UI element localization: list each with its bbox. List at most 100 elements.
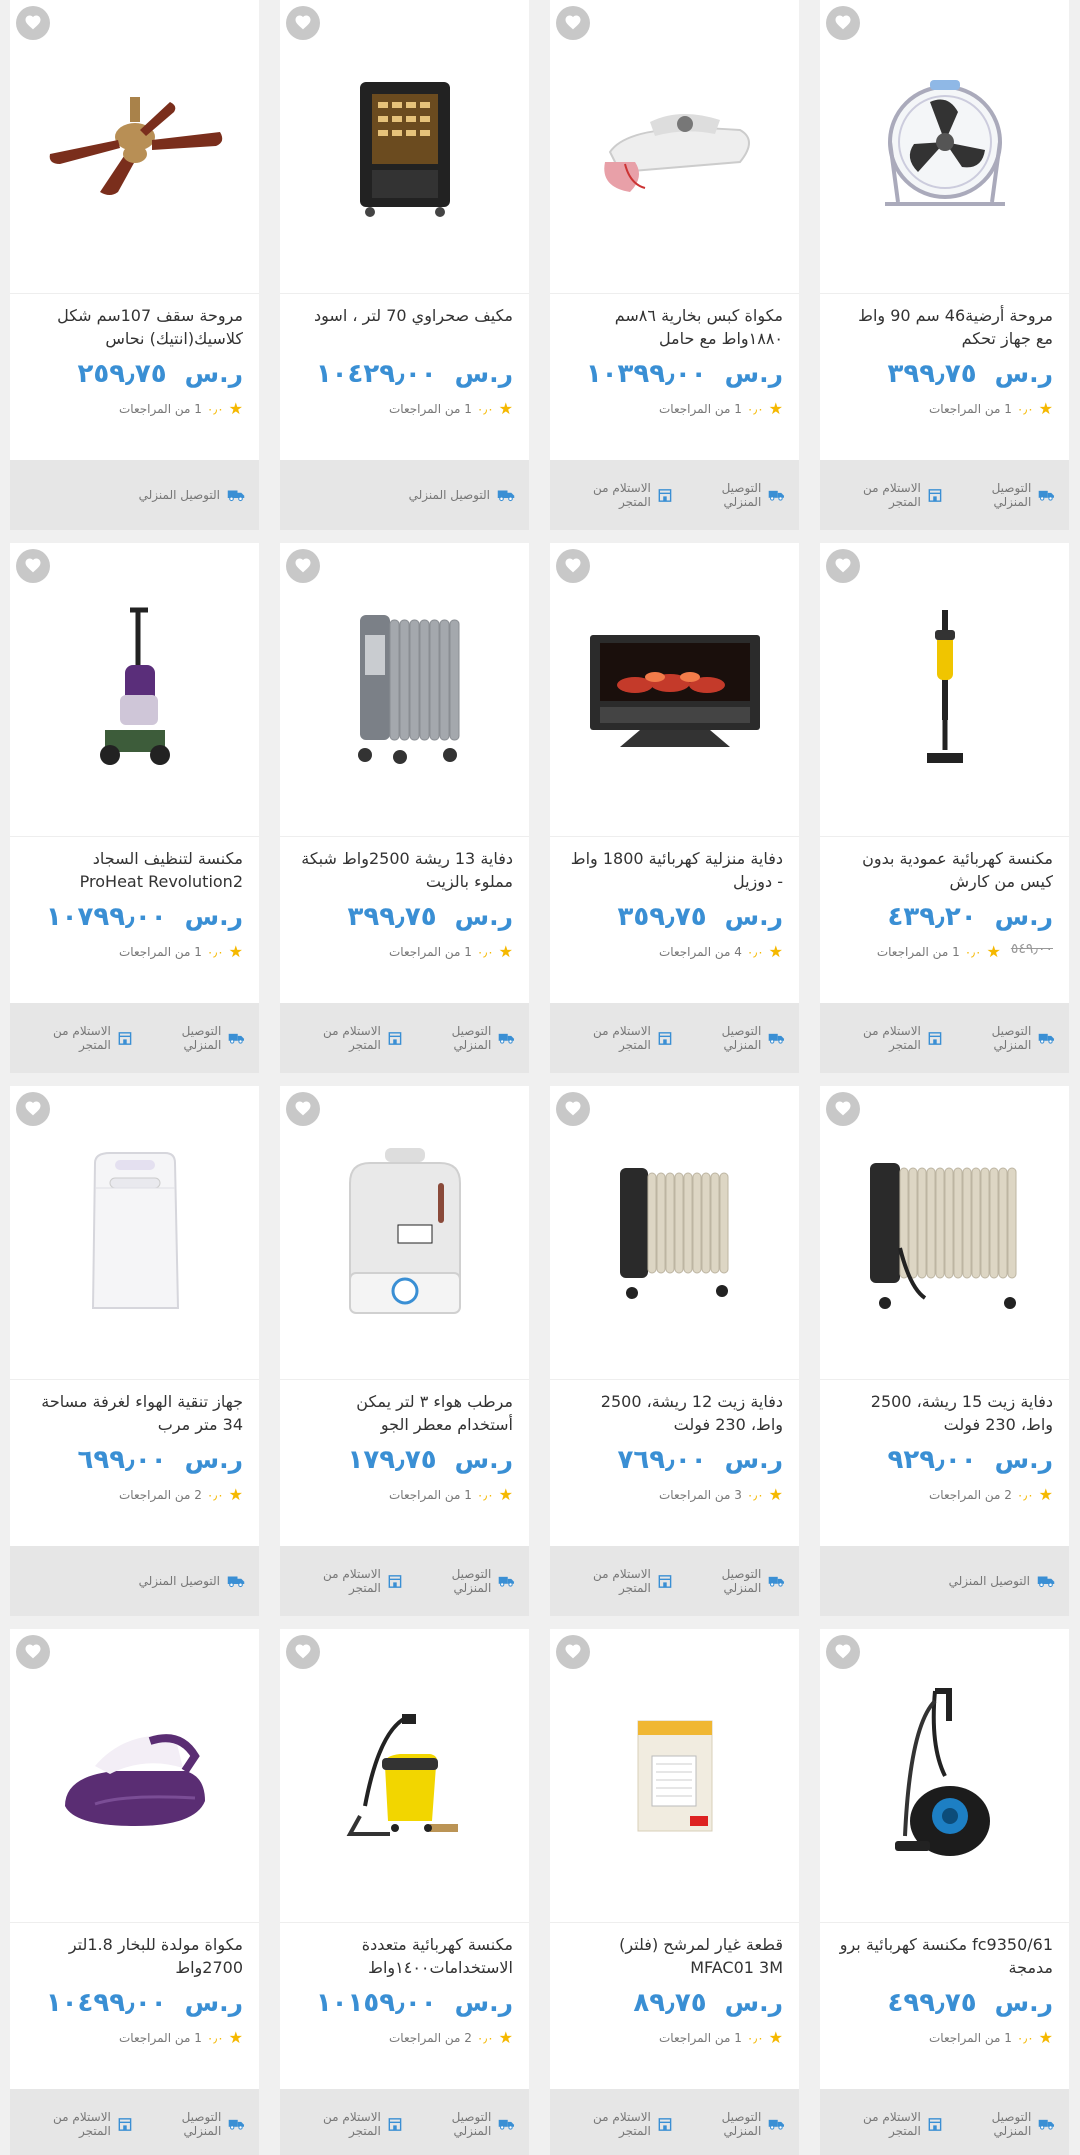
product-image-floor-fan[interactable] [870,72,1020,222]
favorite-heart-button[interactable] [556,1635,590,1669]
favorite-heart-button[interactable] [286,1635,320,1669]
product-title[interactable]: مكنسة لتنظيف السجاد ProHeat Revolution2 [26,847,243,893]
product-title[interactable]: مكنسة كهربائية متعددة الاستخدامات١٤٠٠واط [296,1933,513,1979]
rating-score: ٠٫٠ [1016,401,1034,416]
favorite-heart-button[interactable] [826,549,860,583]
product-image-area[interactable] [280,543,529,837]
rating: ★ ٠٫٠ 1 من المراجعات [389,1485,513,1504]
favorite-heart-button[interactable] [16,1635,50,1669]
product-card-5[interactable]: مكنسة كهربائية عمودية بدون كيس من كارش ر… [820,543,1069,1073]
price-amount: ٣٩٩٫٧٥ [887,359,977,389]
product-title[interactable]: مروحة أرضية46 سم 90 واط مع جهاز تحكم [836,304,1053,350]
favorite-heart-button[interactable] [826,6,860,40]
currency-label: ر.س [724,1445,783,1474]
product-title[interactable]: دفاية زيت 15 ريشة، 2500 واط، 230 فولت [836,1390,1053,1436]
product-price: ر.س ٧٦٩٫٠٠ [566,1445,783,1475]
product-image-area[interactable] [10,1086,259,1380]
product-image-area[interactable] [10,1629,259,1923]
product-title[interactable]: مكواة كبس بخارية ٨٦سم ١٨٨٠واط مع حامل [566,304,783,350]
product-image-area[interactable] [550,1629,799,1923]
product-image-oil-heater-grey[interactable] [340,605,470,775]
rating: ★ ٠٫٠ 4 من المراجعات [659,942,783,961]
star-icon: ★ [768,1485,783,1504]
product-title[interactable]: مرطب هواء ٣ لتر يمكن أستخدام معطر الجو [296,1390,513,1436]
product-image-area[interactable] [280,0,529,294]
product-image-fireplace[interactable] [585,625,765,755]
favorite-heart-button[interactable] [286,6,320,40]
product-image-carpet-cleaner[interactable] [90,605,180,775]
product-card-10[interactable]: دفاية زيت 12 ريشة، 2500 واط، 230 فولت ر.… [550,1086,799,1616]
product-card-14[interactable]: قطعة غيار لمرشح (فلتر) MFAC01 3M ر.س ٨٩٫… [550,1629,799,2155]
product-card-4[interactable]: مروحة سقف 107سم شكل كلاسيك(انتيك) نحاس ر… [10,0,259,530]
favorite-heart-button[interactable] [826,1635,860,1669]
heart-icon [565,1101,581,1116]
favorite-heart-button[interactable] [556,6,590,40]
product-image-area[interactable] [280,1086,529,1380]
favorite-heart-button[interactable] [826,1092,860,1126]
product-image-filter-box[interactable] [630,1716,720,1836]
review-count: 1 من المراجعات [118,2030,202,2045]
favorite-heart-button[interactable] [16,549,50,583]
price-amount: ٤٩٩٫٧٥ [887,1988,977,2018]
product-image-oil-heater-15[interactable] [860,1148,1030,1318]
product-image-ceiling-fan[interactable] [40,92,230,202]
product-image-humidifier[interactable] [330,1143,480,1323]
fulfillment-options: التوصيل المنزلي الاستلام من المتجر [820,460,1069,530]
product-image-area[interactable] [550,1086,799,1380]
favorite-heart-button[interactable] [16,1092,50,1126]
product-image-air-purifier[interactable] [80,1148,190,1318]
product-image-canister-vacuum[interactable] [890,1686,1000,1866]
truck-icon [227,490,245,502]
product-image-stick-vacuum[interactable] [915,605,975,775]
store-pickup-option: الاستلام من المتجر [834,2110,942,2138]
favorite-heart-button[interactable] [556,549,590,583]
store-pickup-option: الاستلام من المتجر [294,1024,402,1052]
favorite-heart-button[interactable] [556,1092,590,1126]
heart-icon [835,558,851,573]
favorite-heart-button[interactable] [16,6,50,40]
product-card-2[interactable]: مكواة كبس بخارية ٨٦سم ١٨٨٠واط مع حامل ر.… [550,0,799,530]
product-card-1[interactable]: مروحة أرضية46 سم 90 واط مع جهاز تحكم ر.س… [820,0,1069,530]
product-card-16[interactable]: مكواة مولدة للبخار 1.8لتر 2700واط ر.س ١٠… [10,1629,259,2155]
product-image-wet-dry-vacuum[interactable] [340,1706,470,1846]
favorite-heart-button[interactable] [286,549,320,583]
product-title[interactable]: مكنسة كهربائية عمودية بدون كيس من كارش [836,847,1053,893]
fulfillment-options: التوصيل المنزلي الاستلام من المتجر [550,1003,799,1073]
product-title[interactable]: دفاية زيت 12 ريشة، 2500 واط، 230 فولت [566,1390,783,1436]
product-image-area[interactable] [10,0,259,294]
product-image-area[interactable] [820,543,1069,837]
product-image-area[interactable] [550,543,799,837]
product-card-8[interactable]: مكنسة لتنظيف السجاد ProHeat Revolution2 … [10,543,259,1073]
product-image-desert-cooler[interactable] [350,72,460,222]
rating: ★ ٠٫٠ 1 من المراجعات [659,2028,783,2047]
product-image-area[interactable] [820,1086,1069,1380]
review-count: 3 من المراجعات [658,1487,742,1502]
product-image-area[interactable] [280,1629,529,1923]
product-card-9[interactable]: دفاية زيت 15 ريشة، 2500 واط، 230 فولت ر.… [820,1086,1069,1616]
product-card-6[interactable]: دفاية منزلية كهربائية 1800 واط - دوزيل ر… [550,543,799,1073]
product-price: ر.س ٣٥٩٫٧٥ [566,902,783,932]
product-title[interactable]: fc9350/61 مكنسة كهربائية برو مدمجة [836,1933,1053,1979]
product-title[interactable]: دفاية 13 ريشة 2500واط شبكة مملوء بالزيت [296,847,513,893]
product-image-steam-generator-iron[interactable] [55,1716,215,1836]
product-title[interactable]: دفاية منزلية كهربائية 1800 واط - دوزيل [566,847,783,893]
product-card-12[interactable]: جهاز تنقية الهواء لغرفة مساحة 34 متر مرب… [10,1086,259,1616]
product-card-7[interactable]: دفاية 13 ريشة 2500واط شبكة مملوء بالزيت … [280,543,529,1073]
product-title[interactable]: جهاز تنقية الهواء لغرفة مساحة 34 متر مرب [26,1390,243,1436]
favorite-heart-button[interactable] [286,1092,320,1126]
product-title[interactable]: قطعة غيار لمرشح (فلتر) MFAC01 3M [566,1933,783,1979]
product-image-area[interactable] [820,1629,1069,1923]
product-image-area[interactable] [550,0,799,294]
product-image-area[interactable] [820,0,1069,294]
product-image-oil-heater-12[interactable] [610,1153,740,1313]
product-image-steam-press[interactable] [590,92,760,202]
product-card-13[interactable]: fc9350/61 مكنسة كهربائية برو مدمجة ر.س ٤… [820,1629,1069,2155]
product-card-3[interactable]: مكيف صحراوي 70 لتر ، اسود ر.س ١٠٤٢٩٫٠٠ ★… [280,0,529,530]
product-title[interactable]: مروحة سقف 107سم شكل كلاسيك(انتيك) نحاس [26,304,243,350]
product-card-11[interactable]: مرطب هواء ٣ لتر يمكن أستخدام معطر الجو ر… [280,1086,529,1616]
star-icon: ★ [228,399,243,418]
product-image-area[interactable] [10,543,259,837]
product-title[interactable]: مكيف صحراوي 70 لتر ، اسود [296,304,513,350]
product-title[interactable]: مكواة مولدة للبخار 1.8لتر 2700واط [26,1933,243,1979]
product-card-15[interactable]: مكنسة كهربائية متعددة الاستخدامات١٤٠٠واط… [280,1629,529,2155]
